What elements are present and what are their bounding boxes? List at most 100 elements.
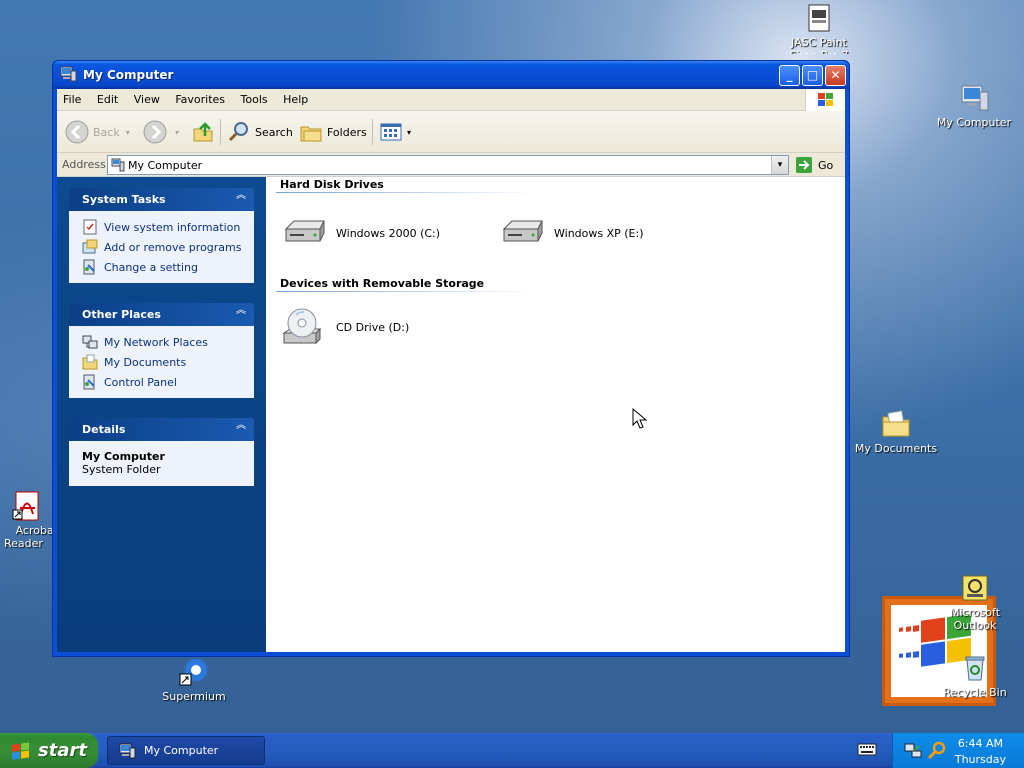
chevron-down-icon[interactable]: ▾ xyxy=(407,128,411,137)
desktop-icon-label: My Computer xyxy=(936,116,1012,129)
search-button[interactable]: Search xyxy=(227,119,293,145)
taskbar-button-my-computer[interactable]: My Computer xyxy=(107,736,265,765)
place-my-documents[interactable]: My Documents xyxy=(82,352,244,372)
windows-flag-icon xyxy=(818,93,833,106)
hard-disk-icon xyxy=(502,220,543,242)
place-label: Control Panel xyxy=(104,375,177,389)
up-folder-button[interactable] xyxy=(191,119,219,145)
drive-windows-2000-c[interactable]: Windows 2000 (C:) xyxy=(282,217,440,249)
drive-label: CD Drive (D:) xyxy=(336,320,410,334)
back-arrow-icon xyxy=(65,120,89,144)
go-arrow-icon xyxy=(796,157,812,173)
address-input[interactable]: My Computer ▾ xyxy=(107,155,789,175)
standard-toolbar: Back ▾ ▾ Search Folders ▾ xyxy=(57,111,845,153)
desktop-icon-supermium[interactable]: Supermium xyxy=(149,656,239,703)
title-bar[interactable]: My Computer _ □ ✕ xyxy=(53,61,849,89)
folders-button[interactable]: Folders xyxy=(299,119,367,145)
explorer-body: System Tasks ︽ View system information A… xyxy=(57,177,845,652)
task-label: View system information xyxy=(104,220,241,234)
panel-body: My Computer System Folder xyxy=(69,441,254,486)
task-change-setting[interactable]: Change a setting xyxy=(82,257,244,277)
acrobat-icon xyxy=(12,491,39,521)
desktop-icon-label: Supermium xyxy=(162,690,226,703)
explorer-window[interactable]: My Computer _ □ ✕ File Edit View Favorit… xyxy=(52,60,850,657)
drive-cd-d[interactable]: CD Drive (D:) xyxy=(282,307,409,347)
drive-windows-xp-e[interactable]: Windows XP (E:) xyxy=(500,217,644,249)
views-button[interactable]: ▾ xyxy=(379,119,411,145)
details-name: My Computer xyxy=(82,450,165,463)
menu-view[interactable]: View xyxy=(128,89,166,111)
desktop-icon-my-computer[interactable]: My Computer xyxy=(929,82,1019,129)
search-tray-icon[interactable] xyxy=(927,740,947,760)
panel-title: System Tasks xyxy=(82,193,166,206)
go-button[interactable]: Go xyxy=(795,155,833,175)
network-tray-icon[interactable] xyxy=(903,740,923,760)
collapse-chevron-icon[interactable]: ︽ xyxy=(236,421,246,431)
chevron-down-icon[interactable]: ▾ xyxy=(126,128,130,137)
tray-clock[interactable]: 6:44 AM Thursday xyxy=(955,736,1006,768)
start-button[interactable]: start xyxy=(0,733,98,768)
keyboard-icon[interactable] xyxy=(857,741,877,757)
chevron-down-icon[interactable]: ▾ xyxy=(175,128,179,137)
panel-body: View system information Add or remove pr… xyxy=(69,211,254,283)
go-label: Go xyxy=(818,158,834,172)
panel-title: Details xyxy=(82,423,126,436)
desktop-icon-jasc[interactable]: JASC Paint Shop Pro 7 xyxy=(774,2,864,54)
clock-time: 6:44 AM xyxy=(957,737,1004,750)
address-dropdown-button[interactable]: ▾ xyxy=(771,156,788,174)
details-type: System Folder xyxy=(82,463,161,476)
computer-icon xyxy=(961,85,989,111)
recycle-bin-icon xyxy=(965,656,985,681)
menu-help[interactable]: Help xyxy=(277,89,314,111)
taskbar-button-label: My Computer xyxy=(144,744,219,757)
forward-button[interactable]: ▾ xyxy=(143,119,179,145)
cd-drive-icon xyxy=(282,308,322,345)
minimize-button[interactable]: _ xyxy=(779,65,800,86)
panel-header[interactable]: Details ︽ xyxy=(69,418,254,441)
group-header-hard-disks: Hard Disk Drives xyxy=(280,178,384,191)
desktop-icon-label: JASC Paint xyxy=(791,36,847,49)
panel-header[interactable]: System Tasks ︽ xyxy=(69,188,254,211)
task-label: Add or remove programs xyxy=(104,240,242,254)
maximize-button[interactable]: □ xyxy=(802,65,823,86)
task-view-system-info[interactable]: View system information xyxy=(82,217,244,237)
search-icon xyxy=(228,122,248,142)
desktop-icon-outlook[interactable]: Microsoft Outlook xyxy=(930,572,1020,632)
folder-documents-icon xyxy=(882,410,910,437)
menu-file[interactable]: File xyxy=(57,89,87,111)
window-client: File Edit View Favorites Tools Help Back… xyxy=(57,89,845,652)
address-label: Address xyxy=(62,158,106,171)
address-value: My Computer xyxy=(128,159,203,172)
menu-edit[interactable]: Edit xyxy=(91,89,124,111)
desktop-icon-recycle-bin[interactable]: Recycle Bin xyxy=(930,652,1020,699)
menu-bar: File Edit View Favorites Tools Help xyxy=(57,89,845,111)
start-label: start xyxy=(38,740,87,761)
panel-header[interactable]: Other Places ︽ xyxy=(69,303,254,326)
task-add-remove-programs[interactable]: Add or remove programs xyxy=(82,237,244,257)
back-button[interactable]: Back ▾ xyxy=(65,119,130,145)
close-button[interactable]: ✕ xyxy=(825,65,846,86)
collapse-chevron-icon[interactable]: ︽ xyxy=(236,191,246,201)
panel-title: Other Places xyxy=(82,308,161,321)
folders-icon xyxy=(300,126,322,142)
menu-favorites[interactable]: Favorites xyxy=(169,89,231,111)
windows-flag-icon xyxy=(12,741,29,760)
group-divider xyxy=(276,291,536,292)
up-folder-icon xyxy=(193,122,213,142)
desktop-icon-my-documents[interactable]: My Documents xyxy=(851,408,941,455)
computer-icon xyxy=(111,158,125,172)
menu-tools[interactable]: Tools xyxy=(235,89,274,111)
task-label: Change a setting xyxy=(104,260,198,274)
control-panel-icon xyxy=(83,374,95,390)
drive-label: Windows 2000 (C:) xyxy=(336,226,441,240)
forward-arrow-icon xyxy=(143,120,167,144)
back-label: Back xyxy=(93,125,120,139)
desktop-icon-label: My Documents xyxy=(854,442,938,455)
toolbar-separator xyxy=(220,119,221,145)
window-title: My Computer xyxy=(83,68,174,82)
collapse-chevron-icon[interactable]: ︽ xyxy=(236,306,246,316)
place-control-panel[interactable]: Control Panel xyxy=(82,372,244,392)
place-my-network-places[interactable]: My Network Places xyxy=(82,332,244,352)
computer-icon xyxy=(60,66,77,82)
details-panel: Details ︽ My Computer System Folder xyxy=(69,418,254,486)
